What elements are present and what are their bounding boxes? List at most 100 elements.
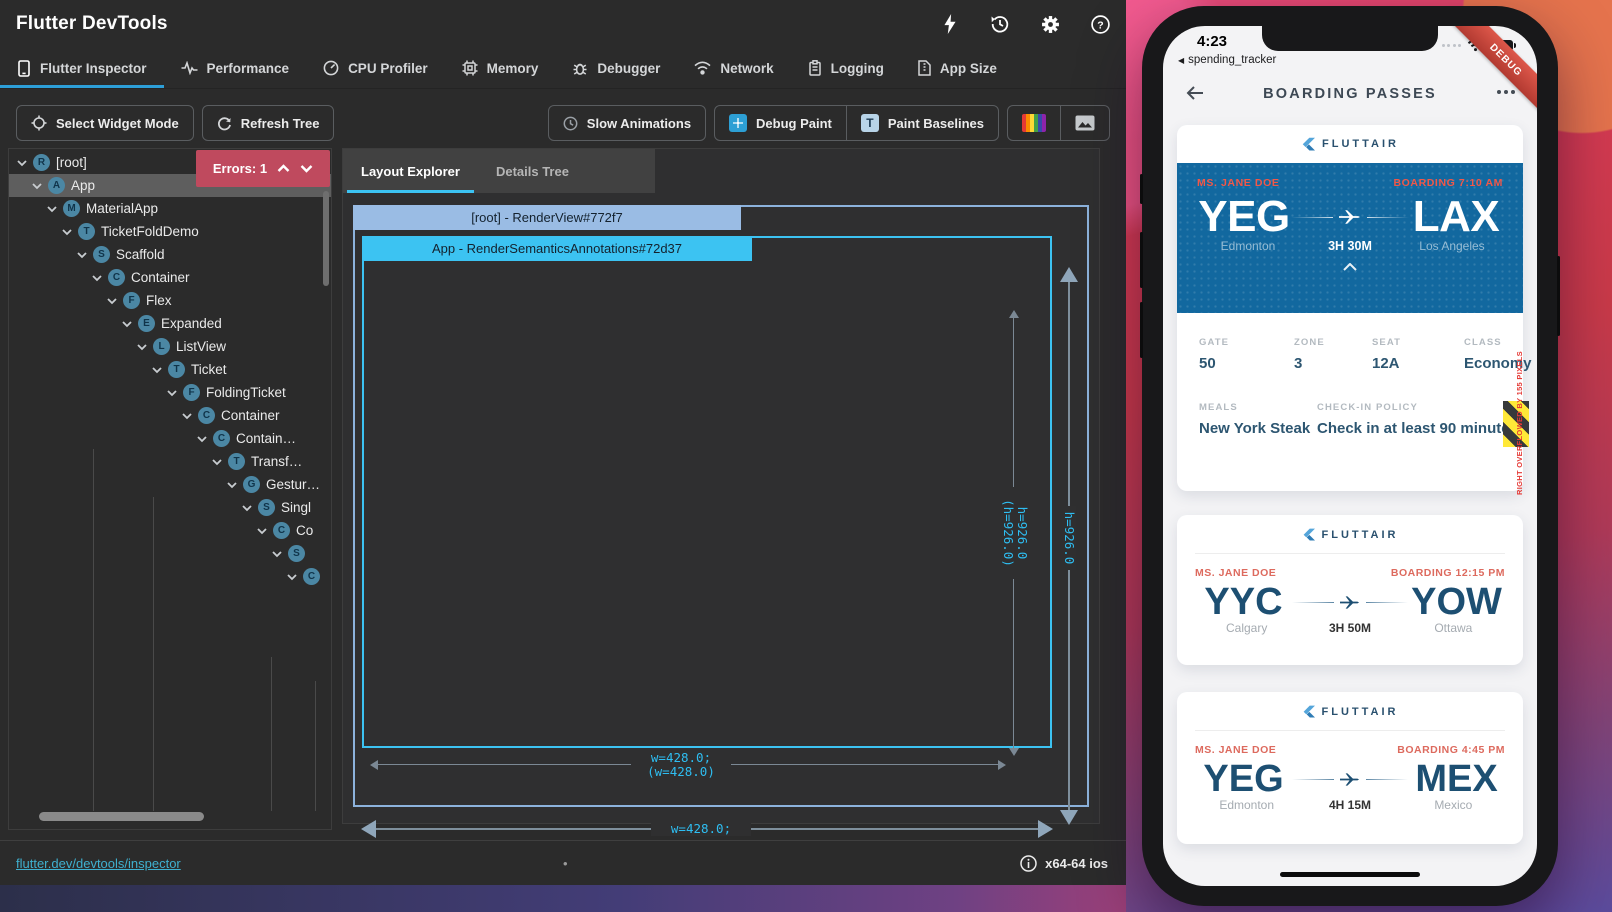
tree-row[interactable]: T TicketFoldDemo xyxy=(9,220,331,243)
app-switcher-breadcrumb[interactable]: ◀ spending_tracker xyxy=(1178,54,1276,66)
tab-logging[interactable]: Logging xyxy=(791,48,901,88)
help-icon[interactable]: ? xyxy=(1090,14,1110,34)
inspector-detail-tabs: Layout Explorer Details Tree xyxy=(343,149,655,193)
tree-guide-line xyxy=(93,449,94,811)
tab-flutter-inspector[interactable]: Flutter Inspector xyxy=(0,48,164,88)
tree-row[interactable]: C Container xyxy=(9,266,331,289)
app-header: BOARDING PASSES xyxy=(1163,76,1537,114)
tree-row[interactable]: C Co xyxy=(9,519,331,542)
detail-label: CLASS xyxy=(1464,337,1532,348)
chevron-down-icon xyxy=(32,182,42,190)
tree-row[interactable]: F Flex xyxy=(9,289,331,312)
fluttair-mark-icon xyxy=(1302,527,1315,542)
overflow-menu-button[interactable] xyxy=(1497,90,1515,94)
widget-type-badge: R xyxy=(33,154,50,171)
widget-label: Flex xyxy=(146,293,172,308)
devtools-statusbar: flutter.dev/devtools/inspector • x64-64 … xyxy=(0,840,1126,885)
tab-layout-explorer[interactable]: Layout Explorer xyxy=(343,149,478,193)
widget-type-badge: C xyxy=(198,407,215,424)
widget-label: [root] xyxy=(56,155,87,170)
origin-code: YEG xyxy=(1195,758,1292,800)
inner-width-label: w=428.0; (w=428.0) xyxy=(631,751,731,779)
refresh-tree-button[interactable]: Refresh Tree xyxy=(202,105,335,141)
airline-name: FLUTTAIR xyxy=(1322,706,1399,718)
flight-path xyxy=(1291,209,1409,225)
widget-label: Expanded xyxy=(161,316,222,331)
render-semantics-box[interactable]: App - RenderSemanticsAnnotations#72d37 xyxy=(362,236,1052,748)
next-error-icon xyxy=(300,164,313,173)
tree-row[interactable]: T Transf… xyxy=(9,450,331,473)
tree-vertical-scrollbar[interactable] xyxy=(323,191,329,286)
gear-icon[interactable] xyxy=(1040,14,1060,34)
invert-images-button[interactable] xyxy=(1061,106,1109,140)
tree-row[interactable]: G Gestur… xyxy=(9,473,331,496)
tree-row[interactable]: C Container xyxy=(9,404,331,427)
tab-performance[interactable]: Performance xyxy=(164,48,307,88)
tree-row[interactable]: F FoldingTicket xyxy=(9,381,331,404)
boarding-time: BOARDING 7:10 AM xyxy=(1393,177,1503,189)
history-icon[interactable] xyxy=(990,14,1010,34)
chevron-down-icon xyxy=(47,205,57,213)
detail-value: 12A xyxy=(1372,355,1464,372)
boarding-pass-expanded[interactable]: FLUTTAIR MS. JANE DOE BOARDING 7:10 AM Y… xyxy=(1177,125,1523,491)
tree-row[interactable]: S xyxy=(9,542,331,565)
pass-detail-grid: GATE 50 ZONE 3 SEAT xyxy=(1199,337,1501,372)
chevron-down-icon xyxy=(77,251,87,259)
tree-row[interactable]: T Ticket xyxy=(9,358,331,381)
clock-icon xyxy=(563,116,578,131)
origin-city: Calgary xyxy=(1195,621,1298,635)
widget-type-badge: S xyxy=(258,499,275,516)
tab-details-tree[interactable]: Details Tree xyxy=(478,149,587,193)
hot-reload-bolt-icon[interactable] xyxy=(940,14,960,34)
file-zip-icon xyxy=(918,60,931,76)
policy-cell: CHECK-IN POLICY Check in at least 90 min… xyxy=(1317,402,1517,437)
paint-baselines-button[interactable]: T Paint Baselines xyxy=(847,106,998,140)
home-indicator[interactable] xyxy=(1280,872,1420,877)
chevron-down-icon xyxy=(107,297,117,305)
chevron-down-icon xyxy=(92,274,102,282)
boarding-pass-collapsed[interactable]: FLUTTAIR MS. JANE DOE BOARDING 4:45 PM Y… xyxy=(1177,692,1523,844)
devtools-window: Flutter DevTools xyxy=(0,0,1126,885)
tree-row[interactable]: C Contain… xyxy=(9,427,331,450)
tree-row[interactable]: S Singl xyxy=(9,496,331,519)
tab-cpu-profiler[interactable]: CPU Profiler xyxy=(306,48,445,88)
tab-network[interactable]: Network xyxy=(677,48,790,88)
chevron-down-icon xyxy=(212,458,222,466)
tree-row[interactable]: M MaterialApp xyxy=(9,197,331,220)
widget-tree-panel: R [root] A App M Mater xyxy=(8,148,332,830)
widget-label: Scaffold xyxy=(116,247,165,262)
boarding-pass-collapsed[interactable]: FLUTTAIR MS. JANE DOE BOARDING 12:15 PM … xyxy=(1177,515,1523,665)
pass-blue-section: MS. JANE DOE BOARDING 7:10 AM YEG xyxy=(1177,163,1523,313)
tab-debugger[interactable]: Debugger xyxy=(555,48,677,88)
origin-city: Edmonton xyxy=(1197,239,1299,253)
tree-row[interactable]: L ListView xyxy=(9,335,331,358)
airline-logo: FLUTTAIR xyxy=(1195,704,1505,719)
tab-memory[interactable]: Memory xyxy=(445,48,556,88)
chevron-down-icon xyxy=(287,573,297,581)
widget-type-badge: F xyxy=(183,384,200,401)
chevron-down-icon xyxy=(122,320,132,328)
tree-row[interactable]: S Scaffold xyxy=(9,243,331,266)
slow-animations-button[interactable]: Slow Animations xyxy=(548,105,706,141)
tree-row[interactable]: C xyxy=(9,565,331,588)
docs-link[interactable]: flutter.dev/devtools/inspector xyxy=(16,856,181,871)
outer-width-label: w=428.0; xyxy=(651,822,751,836)
widget-type-badge: M xyxy=(63,200,80,217)
tree-horizontal-scrollbar[interactable] xyxy=(39,812,204,821)
chevron-down-icon xyxy=(272,550,282,558)
tab-app-size[interactable]: App Size xyxy=(901,48,1014,88)
info-icon xyxy=(1020,855,1037,872)
debug-paint-button[interactable]: Debug Paint xyxy=(715,106,846,140)
volume-down-button xyxy=(1140,302,1143,358)
errors-badge[interactable]: Errors: 1 xyxy=(196,150,330,187)
tree-row[interactable]: E Expanded xyxy=(9,312,331,335)
platform-label: x64-64 ios xyxy=(1045,856,1108,871)
widget-label: MaterialApp xyxy=(86,201,158,216)
collapse-chevron[interactable] xyxy=(1197,263,1503,271)
volume-up-button xyxy=(1140,232,1143,288)
select-widget-mode-button[interactable]: Select Widget Mode xyxy=(16,105,194,141)
repaint-rainbow-button[interactable] xyxy=(1008,106,1060,140)
clipboard-icon xyxy=(808,60,822,76)
widget-type-badge: L xyxy=(153,338,170,355)
flight-duration: 3H 50M xyxy=(1298,621,1401,635)
